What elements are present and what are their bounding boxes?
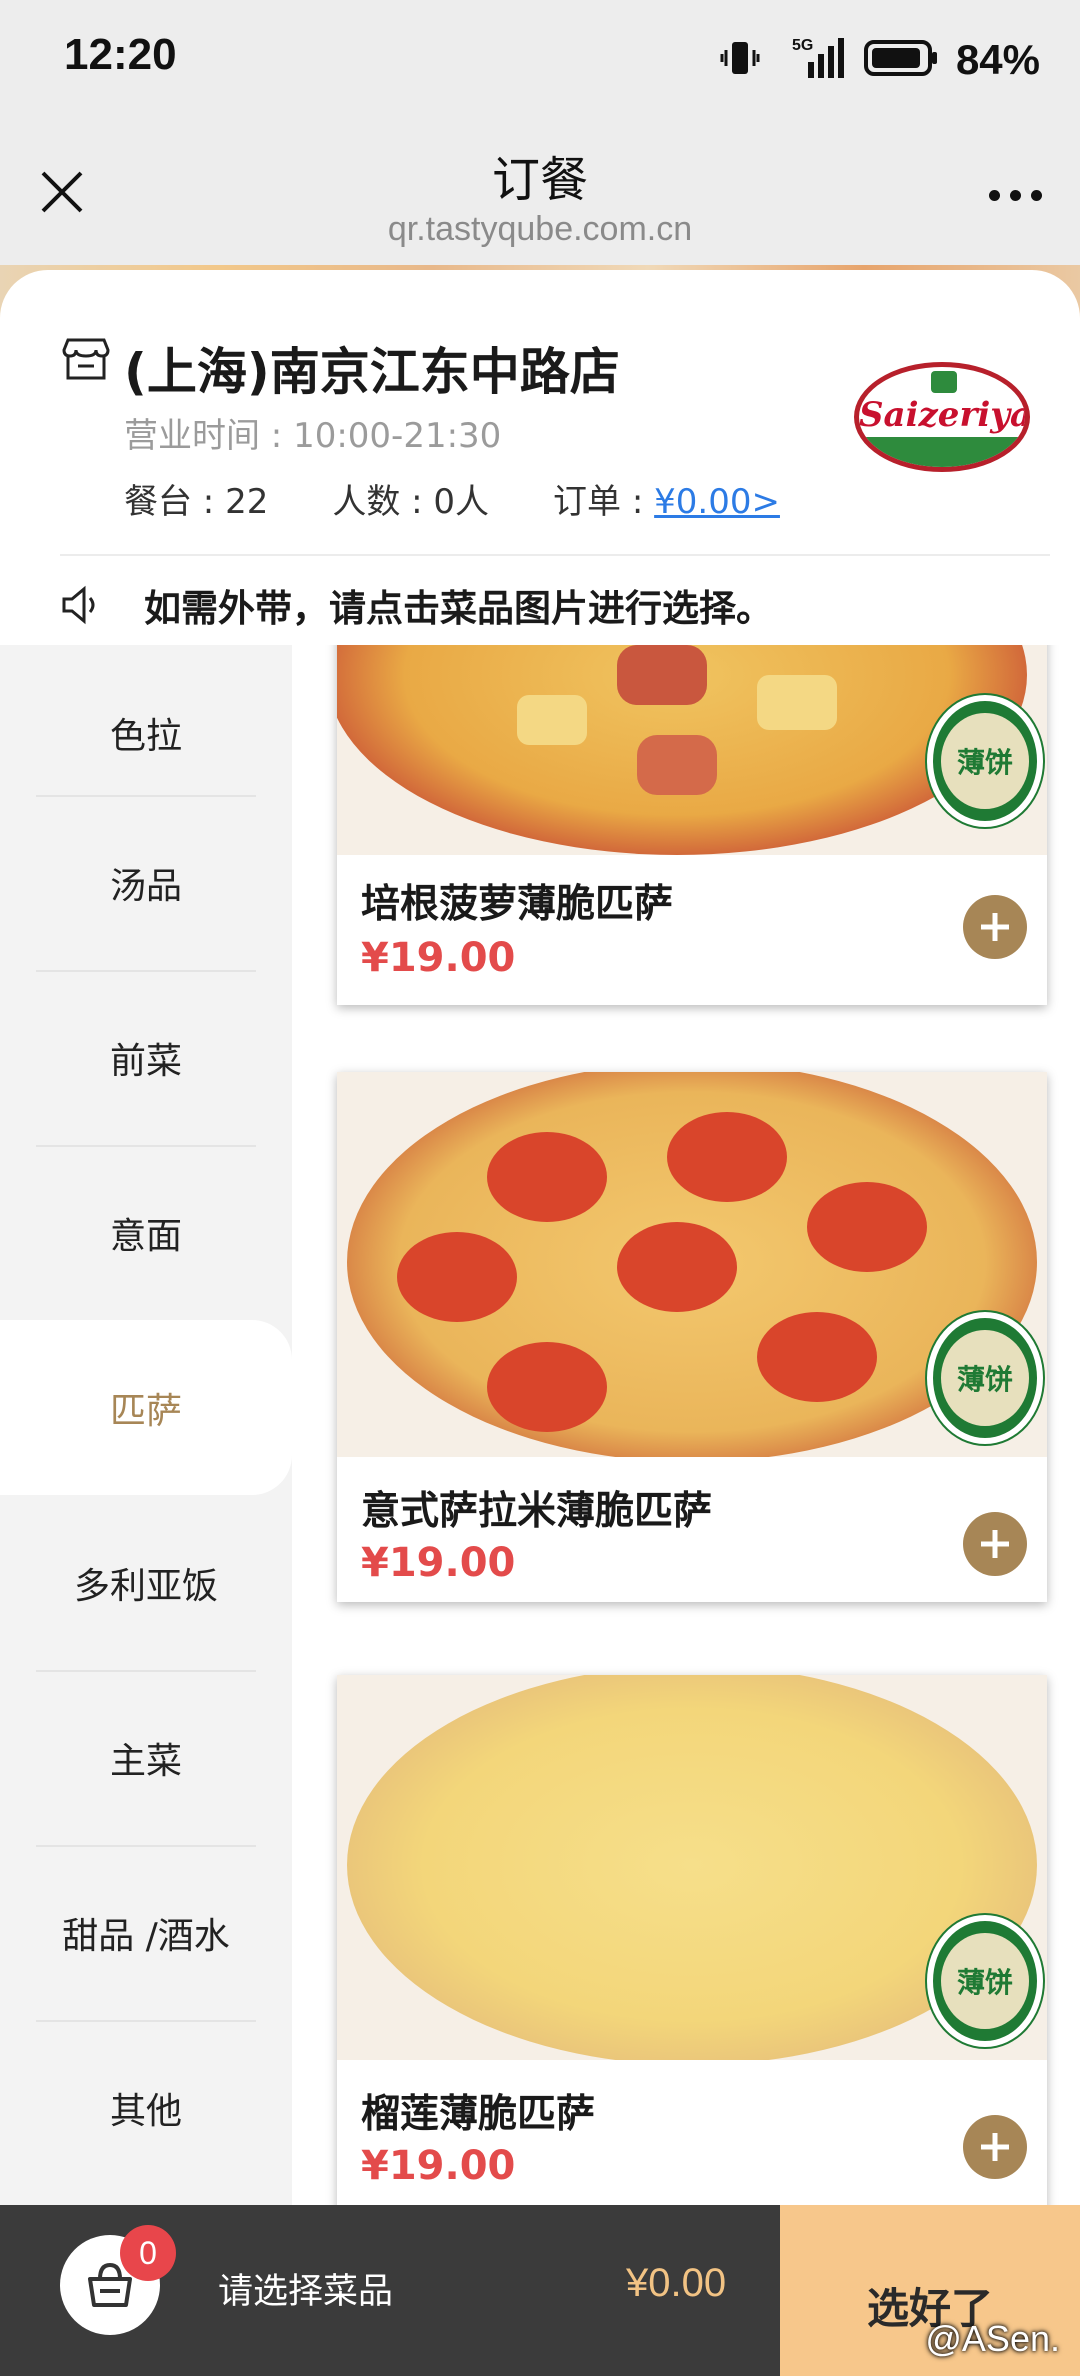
order-label: 订单 : xyxy=(553,482,655,522)
more-dot-icon xyxy=(1030,189,1042,201)
logo-crest-icon xyxy=(931,371,957,393)
thin-crust-badge: 薄饼 xyxy=(927,1915,1043,2047)
category-sidebar: 色拉 汤品 前菜 意面 匹萨 多利亚饭 主菜 甜品 /酒水 其他 xyxy=(0,645,292,2205)
pepperoni xyxy=(487,1132,607,1222)
watermark: @ASen. xyxy=(925,2318,1060,2359)
more-button[interactable] xyxy=(980,170,1050,220)
category-item[interactable]: 色拉 xyxy=(0,645,292,820)
dish-name: 意式萨拉米薄脆匹萨 xyxy=(361,1489,713,1534)
cart-count-badge: 0 xyxy=(120,2225,176,2281)
brand-logo: Saizeriya xyxy=(854,362,1030,472)
pepperoni xyxy=(667,1112,787,1202)
add-to-cart-button[interactable] xyxy=(963,2115,1027,2179)
thin-crust-badge: 薄饼 xyxy=(927,695,1043,827)
category-item[interactable]: 前菜 xyxy=(0,970,292,1145)
dish-image[interactable]: 薄饼 xyxy=(337,1072,1047,1457)
badge-label: 薄饼 xyxy=(941,1933,1029,2029)
title-bar: 订餐 qr.tastyqube.com.cn xyxy=(0,120,1080,270)
cart-total: ¥0.00 xyxy=(626,2261,727,2305)
category-label: 前菜 xyxy=(109,1040,182,1082)
status-time: 12:20 xyxy=(64,30,177,79)
category-item[interactable]: 汤品 xyxy=(0,795,292,970)
speaker-icon xyxy=(62,585,95,625)
notice-text: 如需外带，请点击菜品图片进行选择。 xyxy=(144,587,773,630)
category-item-active[interactable]: 匹萨 xyxy=(0,1320,292,1495)
page-url: qr.tastyqube.com.cn xyxy=(387,210,693,248)
plus-icon xyxy=(981,913,1009,941)
store-card: (上海)南京江东中路店 营业时间 : 10:00-21:30 餐台 : 22 人… xyxy=(0,270,1080,645)
dish-card[interactable]: 薄饼 培根菠萝薄脆匹萨 ¥19.00 xyxy=(337,645,1047,1005)
order-summary: 订单 : ¥0.00> xyxy=(553,474,780,523)
page-title: 订餐 xyxy=(491,152,588,208)
dish-image[interactable]: 薄饼 xyxy=(337,1675,1047,2060)
plus-icon xyxy=(981,1530,1009,1558)
cart-bar: 0 请选择菜品 ¥0.00 选好了 @ASen. xyxy=(0,2205,1080,2376)
topping xyxy=(517,695,587,745)
vibrate-icon xyxy=(718,36,762,84)
status-bar: 12:20 5G 84% xyxy=(0,0,1080,120)
more-dot-icon xyxy=(1009,189,1021,201)
dish-image[interactable]: 薄饼 xyxy=(337,645,1047,855)
add-to-cart-button[interactable] xyxy=(963,895,1027,959)
dish-card[interactable]: 薄饼 榴莲薄脆匹萨 ¥19.00 xyxy=(337,1675,1047,2205)
pepperoni xyxy=(487,1342,607,1432)
dish-name: 培根菠萝薄脆匹萨 xyxy=(361,882,674,927)
category-label: 多利亚饭 xyxy=(73,1565,218,1607)
category-label: 匹萨 xyxy=(109,1390,182,1432)
store-icon xyxy=(62,338,110,380)
topping xyxy=(757,675,837,730)
logo-stripe xyxy=(859,437,1025,467)
people-count: 人数 : 0人 xyxy=(332,482,490,522)
battery-icon xyxy=(863,38,940,82)
badge-label: 薄饼 xyxy=(941,713,1029,809)
dish-price: ¥19.00 xyxy=(361,2143,516,2189)
thin-crust-badge: 薄饼 xyxy=(927,1312,1043,1444)
battery-percent: 84% xyxy=(955,36,1040,83)
category-item[interactable]: 多利亚饭 xyxy=(0,1495,292,1670)
category-item[interactable]: 意面 xyxy=(0,1145,292,1320)
pepperoni xyxy=(757,1312,877,1402)
network-label: 5G xyxy=(792,37,813,54)
category-label: 其他 xyxy=(109,2090,182,2132)
category-label: 主菜 xyxy=(109,1740,182,1782)
cart-hint: 请选择菜品 xyxy=(218,2272,394,2312)
plus-icon xyxy=(981,2133,1009,2161)
notice-bar: 如需外带，请点击菜品图片进行选择。 xyxy=(60,570,1050,640)
dish-price: ¥19.00 xyxy=(361,1540,516,1586)
category-item[interactable]: 主菜 xyxy=(0,1670,292,1845)
logo-text: Saizeriya xyxy=(859,395,1030,435)
divider xyxy=(60,554,1050,556)
topping xyxy=(637,735,717,795)
category-label: 色拉 xyxy=(109,715,182,757)
pepperoni xyxy=(807,1182,927,1272)
dish-name: 榴莲薄脆匹萨 xyxy=(361,2092,596,2137)
add-to-cart-button[interactable] xyxy=(963,1512,1027,1576)
category-item[interactable]: 其他 xyxy=(0,2020,292,2195)
dish-list: 薄饼 培根菠萝薄脆匹萨 ¥19.00 薄饼 意式萨拉米薄脆匹萨 ¥19.00 薄… xyxy=(292,645,1080,2205)
status-icons: 5G 84% xyxy=(718,32,1040,88)
topping xyxy=(617,645,707,705)
pepperoni xyxy=(617,1222,737,1312)
badge-label: 薄饼 xyxy=(941,1330,1029,1426)
dish-card[interactable]: 薄饼 意式萨拉米薄脆匹萨 ¥19.00 xyxy=(337,1072,1047,1602)
signal-icon: 5G xyxy=(778,34,848,86)
category-item[interactable]: 甜品 /酒水 xyxy=(0,1845,292,2020)
pepperoni xyxy=(397,1232,517,1322)
more-dot-icon xyxy=(988,189,1000,201)
dish-price: ¥19.00 xyxy=(361,935,516,981)
category-label: 意面 xyxy=(109,1215,182,1257)
order-link[interactable]: ¥0.00> xyxy=(654,482,780,522)
category-label: 汤品 xyxy=(109,865,182,907)
table-number: 餐台 : 22 xyxy=(124,482,269,522)
category-label: 甜品 /酒水 xyxy=(62,1915,230,1957)
store-name: (上海)南京江东中路店 xyxy=(124,343,620,401)
store-hours: 营业时间 : 10:00-21:30 xyxy=(124,416,502,456)
table-info: 餐台 : 22 人数 : 0人 订单 : ¥0.00> xyxy=(124,474,844,523)
